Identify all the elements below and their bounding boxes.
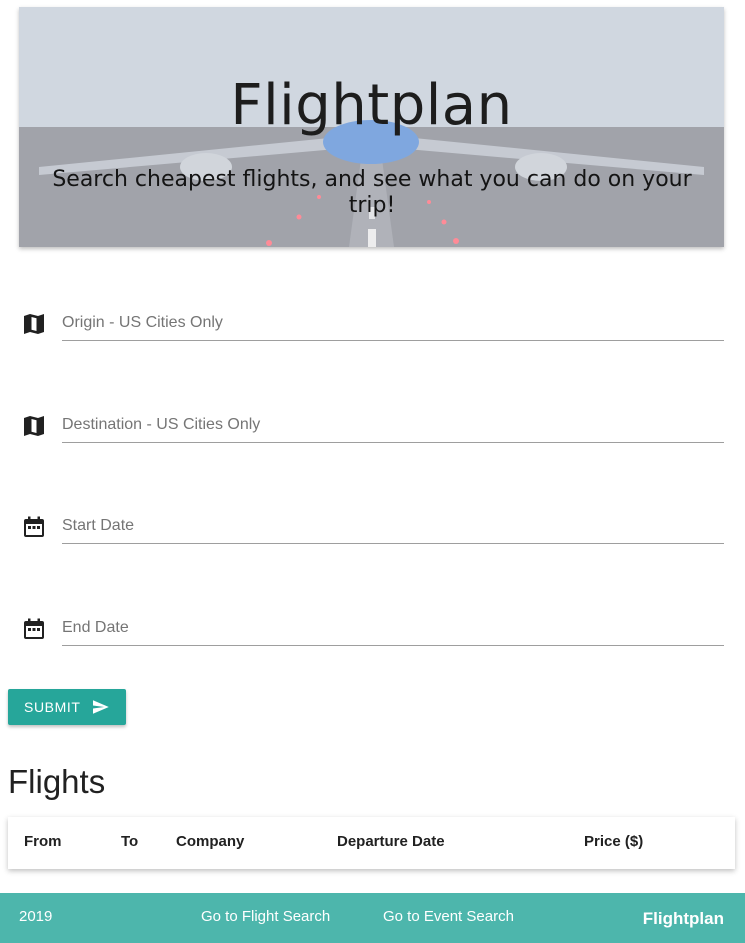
column-header-from: From xyxy=(24,833,62,850)
map-icon xyxy=(24,314,44,334)
flight-search-link[interactable]: Go to Flight Search xyxy=(201,908,330,925)
destination-field-group xyxy=(20,392,724,452)
origin-field-group xyxy=(20,290,724,350)
footer: 2019 Go to Flight Search Go to Event Sea… xyxy=(0,893,745,943)
page-subtitle: Search cheapest flights, and see what yo… xyxy=(52,167,692,218)
column-header-price: Price ($) xyxy=(584,833,644,850)
flights-heading: Flights xyxy=(8,763,106,800)
calendar-icon xyxy=(24,516,44,537)
start-date-field-group xyxy=(20,493,724,553)
page-title: Flightplan xyxy=(230,73,513,138)
send-icon xyxy=(93,700,109,714)
submit-button[interactable]: SUBMIT xyxy=(8,689,126,725)
flights-table: From To Company Departure Date Price ($) xyxy=(8,817,735,869)
start-date-input[interactable] xyxy=(62,508,724,544)
footer-year: 2019 xyxy=(19,908,53,925)
column-header-company: Company xyxy=(176,833,245,850)
column-header-to: To xyxy=(121,833,139,850)
end-date-field-group xyxy=(20,595,724,655)
origin-input[interactable] xyxy=(62,305,724,341)
submit-button-label: SUBMIT xyxy=(24,699,81,715)
end-date-input[interactable] xyxy=(62,610,724,646)
footer-brand: Flightplan xyxy=(642,909,724,928)
column-header-departure-date: Departure Date xyxy=(337,833,445,850)
map-icon xyxy=(24,416,44,436)
hero-banner: Flightplan Search cheapest flights, and … xyxy=(19,7,724,247)
event-search-link[interactable]: Go to Event Search xyxy=(383,908,514,925)
destination-input[interactable] xyxy=(62,407,724,443)
calendar-icon xyxy=(24,618,44,639)
